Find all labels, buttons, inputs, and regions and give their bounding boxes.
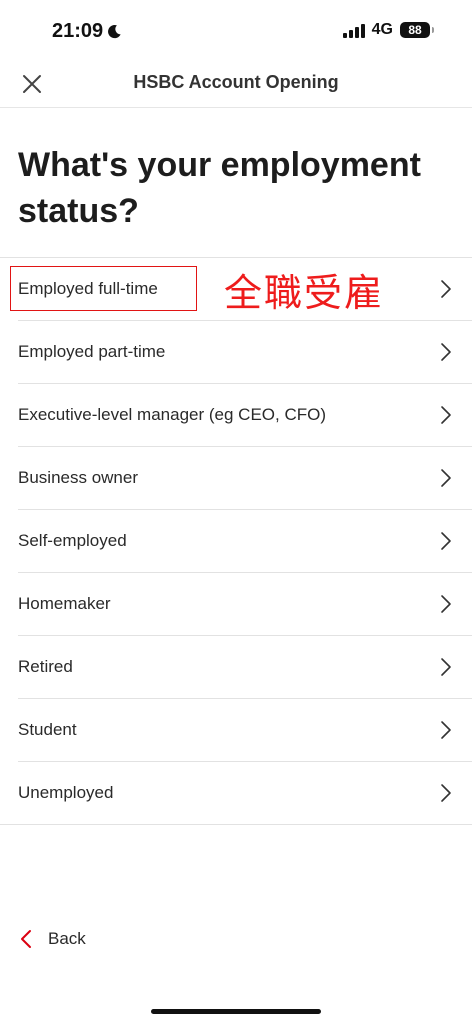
chevron-right-icon (441, 280, 451, 298)
chevron-right-icon (441, 406, 451, 424)
back-label: Back (48, 929, 86, 948)
option-label: Business owner (18, 468, 139, 487)
option-label: Executive-level manager (eg CEO, CFO) (18, 405, 326, 424)
option-retired[interactable]: Retired (18, 636, 472, 699)
chevron-right-icon (441, 532, 451, 550)
network-label: 4G (371, 21, 393, 38)
option-homemaker[interactable]: Homemaker (18, 573, 472, 636)
option-employed-full-time[interactable]: Employed full-time 全職受雇 (10, 258, 472, 321)
close-icon[interactable] (18, 70, 46, 98)
chevron-right-icon (441, 658, 451, 676)
moon-icon (108, 25, 121, 39)
status-time: 21:09 (52, 20, 122, 43)
option-employed-part-time[interactable]: Employed part-time (18, 321, 472, 384)
app-header: HSBC Account Opening (0, 62, 472, 108)
header-title: HSBC Account Opening (133, 72, 339, 92)
chevron-right-icon (441, 343, 451, 361)
option-label: Retired (18, 657, 73, 676)
home-indicator[interactable] (151, 1009, 321, 1014)
option-label: Student (18, 720, 77, 739)
chevron-right-icon (441, 469, 451, 487)
employment-options-list: Employed full-time 全職受雇 Employed part-ti… (0, 257, 472, 825)
chevron-left-icon (21, 930, 31, 948)
time-text: 21:09 (52, 20, 104, 42)
chevron-right-icon (441, 784, 451, 802)
signal-icon (342, 22, 365, 38)
status-right: 4G 88 (342, 21, 434, 39)
chevron-right-icon (441, 595, 451, 613)
option-label: Employed part-time (18, 342, 166, 361)
option-label: Employed full-time (18, 279, 158, 298)
chevron-right-icon (441, 721, 451, 739)
back-button[interactable]: Back (20, 929, 86, 949)
page-title: What's your employment status? (18, 146, 421, 230)
option-self-employed[interactable]: Self-employed (18, 510, 472, 573)
option-executive-level-manager[interactable]: Executive-level manager (eg CEO, CFO) (18, 384, 472, 447)
annotation-text: 全職受雇 (224, 271, 385, 315)
option-label: Unemployed (18, 783, 114, 802)
status-bar: 21:09 4G 88 (0, 0, 472, 62)
battery-level: 88 (408, 23, 422, 37)
option-unemployed[interactable]: Unemployed (0, 762, 472, 825)
option-label: Self-employed (18, 531, 127, 550)
option-student[interactable]: Student (18, 699, 472, 762)
battery-icon: 88 (400, 22, 434, 38)
option-business-owner[interactable]: Business owner (18, 447, 472, 510)
option-label: Homemaker (18, 594, 111, 613)
